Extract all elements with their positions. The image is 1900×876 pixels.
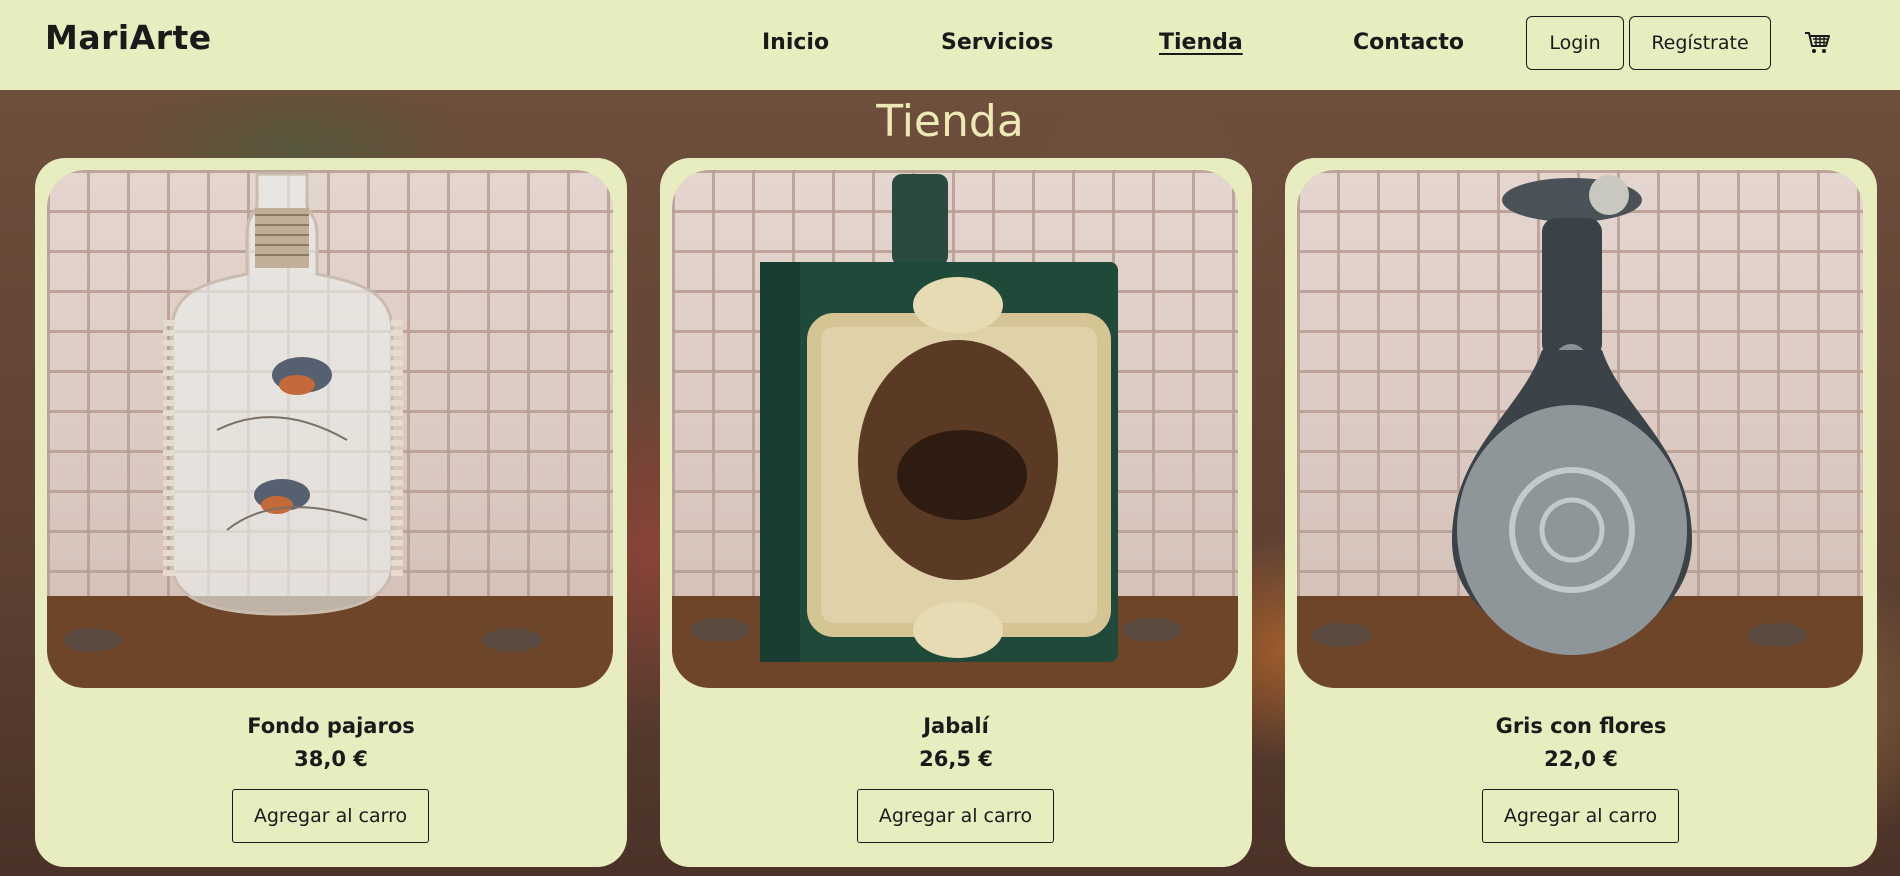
product-card: Gris con flores 22,0 € Agregar al carro (1285, 158, 1877, 867)
product-name: Jabalí (923, 714, 989, 738)
product-price: 26,5 € (919, 747, 993, 771)
site-header: MariArte Inicio Servicios Tienda Contact… (0, 0, 1900, 90)
product-name: Gris con flores (1495, 714, 1667, 738)
grey-flower-bottle-illustration (1297, 175, 1863, 688)
add-to-cart-button[interactable]: Agregar al carro (857, 789, 1054, 843)
add-to-cart-button[interactable]: Agregar al carro (232, 789, 429, 843)
nav-link-contacto[interactable]: Contacto (1353, 30, 1464, 55)
product-image[interactable] (1297, 170, 1863, 688)
brand-logo[interactable]: MariArte (45, 18, 212, 57)
nav-link-tienda[interactable]: Tienda (1159, 30, 1243, 55)
shopping-cart-icon[interactable] (1804, 30, 1832, 56)
product-card: Jabalí 26,5 € Agregar al carro (660, 158, 1252, 867)
bird-bottle-illustration (47, 172, 613, 688)
product-image[interactable] (672, 170, 1238, 688)
product-price: 22,0 € (1544, 747, 1618, 771)
nav-link-inicio[interactable]: Inicio (762, 30, 829, 55)
register-button[interactable]: Regístrate (1629, 16, 1771, 70)
product-card: Fondo pajaros 38,0 € Agregar al carro (35, 158, 627, 867)
login-button[interactable]: Login (1526, 16, 1624, 70)
boar-bottle-illustration (672, 174, 1238, 688)
product-image[interactable] (47, 170, 613, 688)
add-to-cart-button[interactable]: Agregar al carro (1482, 789, 1679, 843)
product-price: 38,0 € (294, 747, 368, 771)
product-name: Fondo pajaros (247, 714, 415, 738)
page-title: Tienda (876, 96, 1024, 147)
nav-link-servicios[interactable]: Servicios (941, 30, 1053, 55)
